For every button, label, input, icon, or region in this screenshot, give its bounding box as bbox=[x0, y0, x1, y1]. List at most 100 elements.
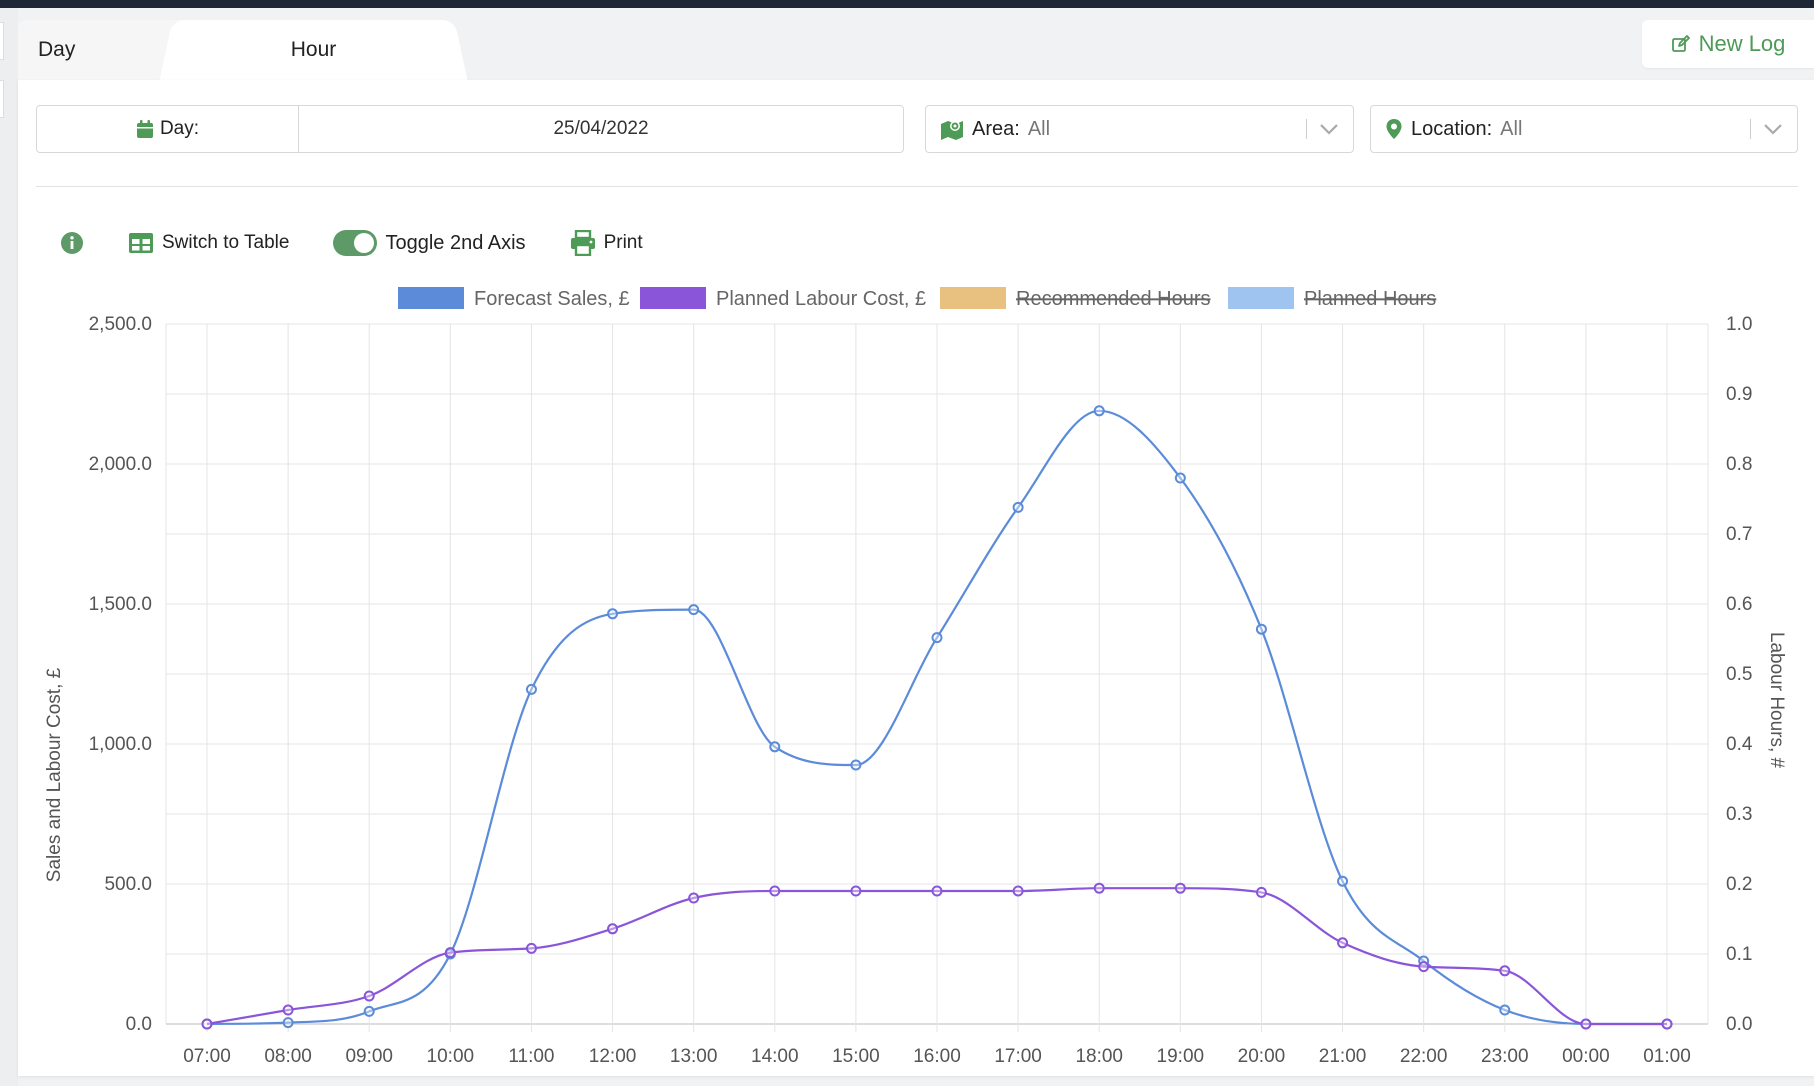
top-bar bbox=[0, 0, 1814, 8]
map-pin-icon bbox=[1386, 119, 1402, 139]
chevron-down-icon[interactable] bbox=[1319, 123, 1339, 135]
x-tick-label: 08:00 bbox=[264, 1046, 312, 1067]
y2-axis-title: Labour Hours, # bbox=[1766, 632, 1787, 769]
x-tick-label: 15:00 bbox=[832, 1046, 880, 1067]
switch-to-table-label: Switch to Table bbox=[162, 232, 290, 253]
legend-item[interactable]: Planned Hours bbox=[1228, 287, 1436, 310]
data-point bbox=[1418, 961, 1430, 973]
legend-swatch bbox=[398, 287, 464, 309]
legend-item[interactable]: Recommended Hours bbox=[940, 287, 1211, 310]
data-point bbox=[1093, 882, 1105, 894]
x-tick-label: 21:00 bbox=[1319, 1046, 1367, 1067]
data-point bbox=[1174, 472, 1186, 484]
area-select[interactable]: Area: All bbox=[925, 105, 1354, 153]
x-tick-label: 19:00 bbox=[1157, 1046, 1205, 1067]
data-point bbox=[525, 683, 537, 695]
legend-label: Planned Hours bbox=[1304, 288, 1436, 310]
y2-tick-label: 0.0 bbox=[1726, 1014, 1752, 1035]
y-tick-label: 1,000.0 bbox=[89, 734, 152, 755]
new-log-button[interactable]: New Log bbox=[1642, 20, 1814, 68]
chevron-down-icon[interactable] bbox=[1763, 123, 1783, 135]
y2-tick-label: 0.8 bbox=[1726, 454, 1752, 475]
data-point bbox=[931, 632, 943, 644]
left-nav-handle[interactable] bbox=[0, 22, 4, 60]
data-point bbox=[282, 1017, 294, 1029]
print-label: Print bbox=[603, 232, 643, 253]
chart-gridlines bbox=[165, 323, 1709, 1032]
info-icon bbox=[61, 232, 83, 254]
tab-day-label: Day bbox=[38, 38, 76, 61]
print-button[interactable]: Print bbox=[570, 230, 643, 256]
legend-label: Recommended Hours bbox=[1016, 288, 1211, 310]
day-picker[interactable]: Day: 25/04/2022 bbox=[36, 105, 904, 153]
x-tick-label: 18:00 bbox=[1075, 1046, 1123, 1067]
location-label: Location: bbox=[1411, 117, 1493, 140]
toggle-2nd-axis[interactable]: Toggle 2nd Axis bbox=[333, 230, 526, 256]
data-point bbox=[1012, 885, 1024, 897]
y-axis-left: 0.0 500.0 1,000.0 1,500.0 2,000.0 2,500.0 bbox=[89, 314, 152, 1035]
data-point bbox=[1093, 405, 1105, 417]
data-point bbox=[1580, 1018, 1592, 1030]
y-tick-label: 1,500.0 bbox=[89, 594, 152, 615]
y2-tick-label: 0.2 bbox=[1726, 874, 1752, 895]
legend-label: Planned Labour Cost, £ bbox=[716, 288, 926, 310]
x-tick-label: 00:00 bbox=[1562, 1046, 1610, 1067]
y-tick-label: 2,000.0 bbox=[89, 454, 152, 475]
day-value[interactable]: 25/04/2022 bbox=[299, 118, 903, 140]
toggle-switch[interactable] bbox=[333, 230, 378, 256]
location-value: All bbox=[1500, 117, 1523, 140]
data-point bbox=[1255, 623, 1267, 635]
data-point bbox=[363, 1005, 375, 1017]
data-point bbox=[688, 604, 700, 616]
location-select[interactable]: Location: All bbox=[1370, 105, 1798, 153]
data-point bbox=[607, 923, 619, 935]
y2-tick-label: 0.3 bbox=[1726, 804, 1752, 825]
x-axis: 07:00 08:00 09:00 10:00 11:00 12:00 13:00 14:00… bbox=[183, 1046, 1691, 1067]
chart-legend: Forecast Sales, £ Planned Labour Cost, £ R… bbox=[398, 287, 1436, 310]
y2-tick-label: 0.1 bbox=[1726, 944, 1752, 965]
data-point bbox=[1337, 937, 1349, 949]
legend-item[interactable]: Planned Labour Cost, £ bbox=[640, 287, 926, 310]
table-icon bbox=[129, 233, 153, 253]
y2-tick-label: 1.0 bbox=[1726, 314, 1752, 335]
y-tick-label: 0.0 bbox=[126, 1014, 152, 1035]
x-tick-label: 07:00 bbox=[183, 1046, 231, 1067]
x-tick-label: 12:00 bbox=[589, 1046, 637, 1067]
tab-day[interactable]: Day bbox=[18, 20, 183, 80]
y-axis-title: Sales and Labour Cost, £ bbox=[44, 667, 65, 882]
y2-tick-label: 0.5 bbox=[1726, 664, 1752, 685]
day-label-text: Day: bbox=[159, 118, 200, 139]
legend-label: Forecast Sales, £ bbox=[474, 288, 630, 310]
legend-swatch bbox=[1228, 287, 1294, 309]
x-tick-label: 13:00 bbox=[670, 1046, 718, 1067]
tab-hour[interactable]: Hour bbox=[176, 20, 451, 80]
data-point bbox=[769, 885, 781, 897]
area-label: Area: bbox=[972, 117, 1020, 140]
area-value: All bbox=[1027, 117, 1051, 140]
switch-to-table-button[interactable]: Switch to Table bbox=[128, 232, 289, 254]
data-point bbox=[1499, 965, 1511, 977]
select-separator bbox=[1750, 119, 1751, 139]
printer-icon bbox=[570, 230, 595, 256]
data-point bbox=[688, 892, 700, 904]
data-point bbox=[1255, 886, 1267, 898]
legend-swatch bbox=[940, 287, 1006, 309]
legend-swatch bbox=[640, 287, 706, 309]
x-tick-label: 10:00 bbox=[427, 1046, 475, 1067]
x-tick-label: 22:00 bbox=[1400, 1046, 1448, 1067]
data-point bbox=[769, 741, 781, 753]
left-nav-handle[interactable] bbox=[0, 80, 4, 118]
data-point bbox=[1661, 1018, 1673, 1030]
map-icon bbox=[941, 121, 963, 140]
x-tick-label: 16:00 bbox=[913, 1046, 961, 1067]
info-button[interactable] bbox=[60, 231, 84, 255]
chart-toolbar: Switch to Table Toggle 2nd Axis Print bbox=[60, 226, 687, 260]
x-tick-label: 11:00 bbox=[508, 1046, 554, 1067]
data-point bbox=[525, 942, 537, 954]
select-separator bbox=[1306, 119, 1307, 139]
x-tick-label: 14:00 bbox=[751, 1046, 799, 1067]
y-tick-label: 2,500.0 bbox=[89, 314, 152, 335]
tab-hour-label: Hour bbox=[290, 38, 337, 61]
toggle-2nd-axis-label: Toggle 2nd Axis bbox=[385, 231, 526, 254]
legend-item[interactable]: Forecast Sales, £ bbox=[398, 287, 630, 310]
